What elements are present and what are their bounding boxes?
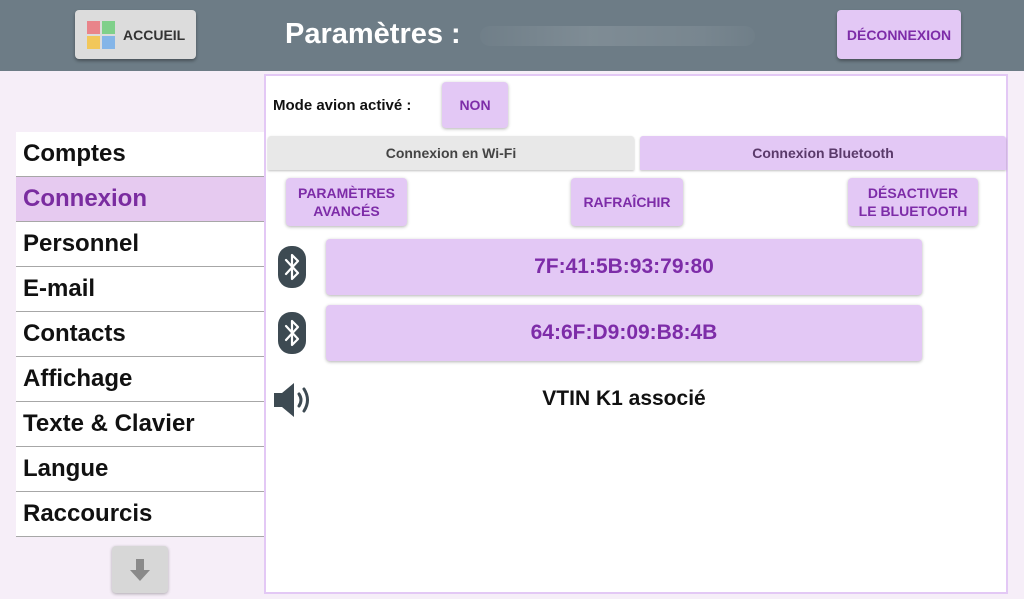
- airplane-mode-toggle[interactable]: NON: [442, 82, 508, 128]
- settings-sidebar: Comptes Connexion Personnel E-mail Conta…: [16, 132, 264, 537]
- sidebar-item-personnel[interactable]: Personnel: [16, 222, 264, 267]
- sidebar-item-comptes[interactable]: Comptes: [16, 132, 264, 177]
- home-button-label: ACCUEIL: [123, 26, 186, 43]
- connection-panel: Mode avion activé : NON Connexion en Wi-…: [264, 74, 1008, 594]
- advanced-settings-line1: PARAMÈTRES: [298, 185, 395, 201]
- tab-bluetooth[interactable]: Connexion Bluetooth: [640, 136, 1006, 170]
- sidebar-item-raccourcis[interactable]: Raccourcis: [16, 492, 264, 537]
- refresh-button[interactable]: RAFRAÎCHIR: [571, 178, 683, 226]
- arrow-down-icon: [130, 558, 150, 581]
- scroll-down-button[interactable]: [112, 546, 168, 593]
- advanced-settings-line2: AVANCÉS: [313, 203, 380, 219]
- bluetooth-device-button[interactable]: 7F:41:5B:93:79:80: [326, 239, 922, 295]
- disable-bluetooth-line2: LE BLUETOOTH: [858, 203, 968, 219]
- paired-device-status: VTIN K1 associé: [542, 387, 706, 410]
- logout-button[interactable]: DÉCONNEXION: [837, 10, 961, 59]
- disable-bluetooth-button[interactable]: DÉSACTIVER LE BLUETOOTH: [848, 178, 978, 226]
- home-button[interactable]: ACCUEIL: [75, 10, 196, 59]
- blurred-title-suffix: [480, 26, 755, 46]
- advanced-settings-button[interactable]: PARAMÈTRES AVANCÉS: [286, 178, 407, 226]
- disable-bluetooth-line1: DÉSACTIVER: [867, 185, 959, 201]
- sidebar-item-connexion[interactable]: Connexion: [16, 177, 264, 222]
- sidebar-item-contacts[interactable]: Contacts: [16, 312, 264, 357]
- device-row: 64:6F:D9:09:B8:4B: [266, 305, 1006, 361]
- airplane-mode-label: Mode avion activé :: [273, 97, 412, 114]
- sidebar-item-affichage[interactable]: Affichage: [16, 357, 264, 402]
- bluetooth-device-button[interactable]: 64:6F:D9:09:B8:4B: [326, 305, 922, 361]
- device-row: 7F:41:5B:93:79:80: [266, 239, 1006, 295]
- page-title: Paramètres :: [285, 18, 461, 50]
- bluetooth-icon: [278, 312, 306, 354]
- tab-wifi[interactable]: Connexion en Wi-Fi: [268, 136, 634, 170]
- speaker-icon: [274, 383, 309, 417]
- sidebar-item-email[interactable]: E-mail: [16, 267, 264, 312]
- app-logo-icon: [87, 20, 115, 49]
- sidebar-item-texte-clavier[interactable]: Texte & Clavier: [16, 402, 264, 447]
- top-bar: ACCUEIL Paramètres : DÉCONNEXION: [0, 0, 1024, 71]
- sidebar-item-langue[interactable]: Langue: [16, 447, 264, 492]
- bluetooth-icon: [278, 246, 306, 288]
